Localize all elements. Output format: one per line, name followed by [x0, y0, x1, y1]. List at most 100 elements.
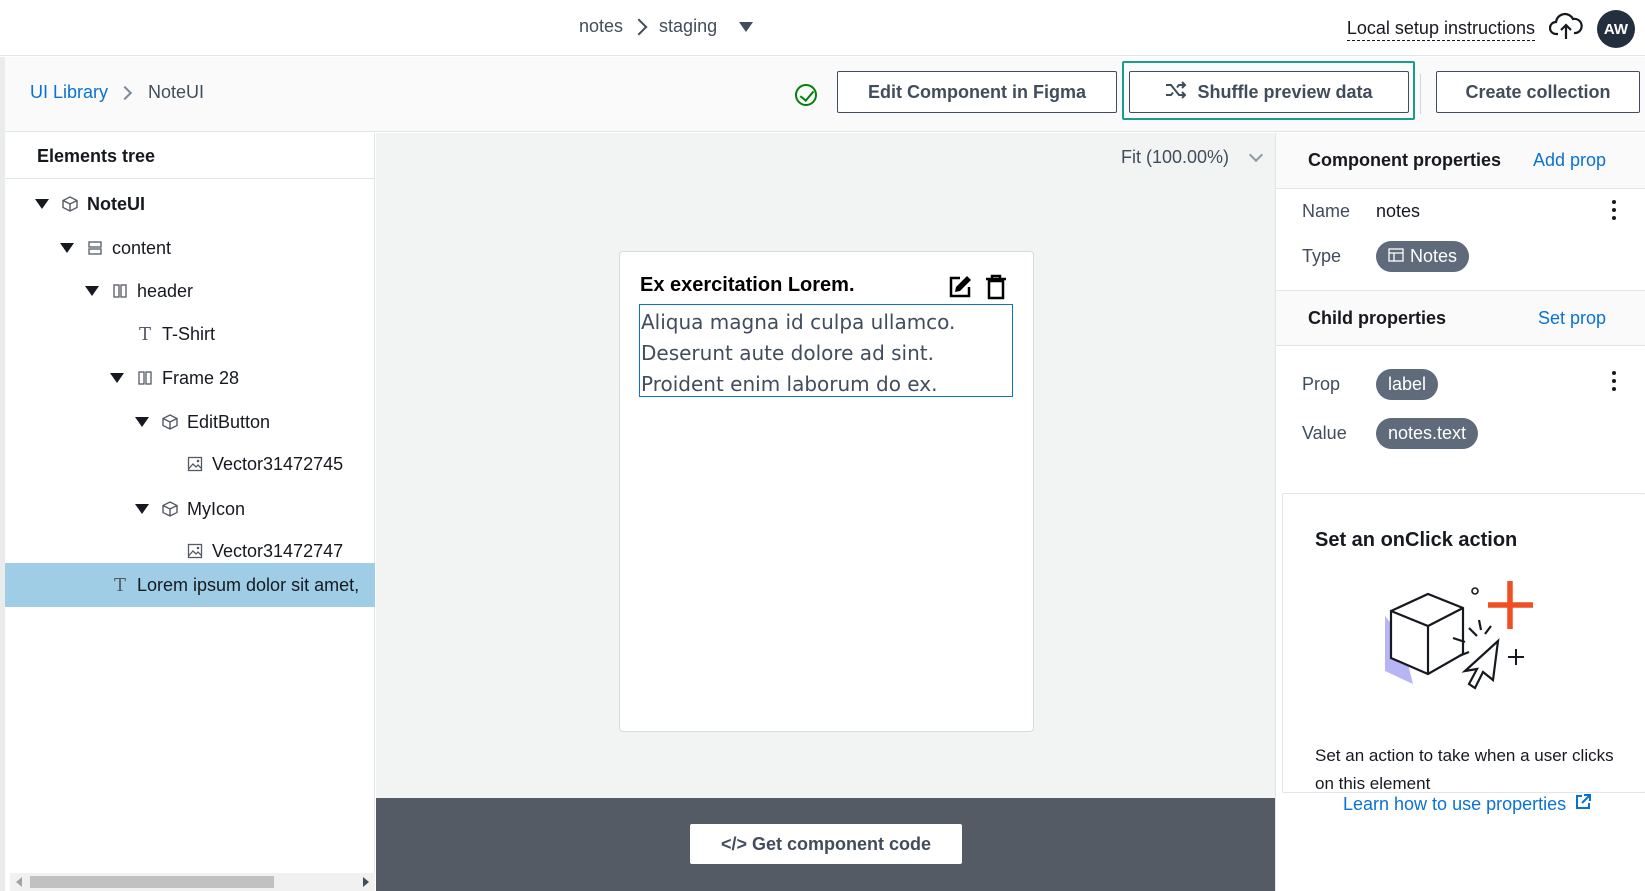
tree-item-lorem-selected[interactable]: T Lorem ipsum dolor sit amet, — [5, 563, 375, 607]
divider — [1420, 74, 1421, 114]
onclick-description: Set an action to take when a user clicks… — [1315, 746, 1614, 793]
tree-item-header[interactable]: header — [5, 269, 375, 313]
properties-panel: Component properties Add prop Name notes… — [1275, 133, 1645, 891]
add-prop-link[interactable]: Add prop — [1533, 150, 1606, 171]
code-bar: </> Get component code — [376, 798, 1275, 891]
tree-item-label: content — [112, 237, 172, 258]
component-properties-title: Component properties — [1308, 150, 1502, 170]
note-line: Proident enim laborum do ex. — [641, 372, 938, 396]
shuffle-preview-label: Shuffle preview data — [1197, 81, 1373, 102]
name-value: notes — [1376, 200, 1421, 221]
image-icon — [186, 455, 204, 473]
expand-triangle-icon[interactable] — [135, 417, 149, 427]
preview-canvas: Fit (100.00%) Ex exercitation Lorem. Ali… — [376, 133, 1275, 798]
table-icon — [1388, 246, 1404, 267]
chevron-down-icon — [1248, 147, 1264, 162]
tree-item-noteui[interactable]: NoteUI — [5, 182, 375, 226]
note-body-selected[interactable]: Aliqua magna id culpa ullamco. Deserunt … — [639, 304, 1013, 397]
cube-icon — [61, 195, 79, 213]
tree-item-label: Vector31472747 — [212, 540, 344, 561]
tree-item-label: EditButton — [187, 411, 271, 432]
top-bar: notes staging Local setup instructions A… — [0, 0, 1645, 56]
check-circle-icon — [795, 84, 817, 106]
expand-triangle-icon[interactable] — [135, 504, 149, 514]
tree-item-label: NoteUI — [87, 193, 145, 214]
component-toolbar: UI Library NoteUI Edit Component in Figm… — [5, 57, 1645, 132]
zoom-label: Fit (100.00%) — [1120, 147, 1229, 167]
horizontal-scrollbar[interactable] — [10, 873, 375, 891]
more-options-icon[interactable] — [1612, 371, 1616, 391]
cube-icon — [161, 500, 179, 518]
chevron-right-icon — [630, 18, 648, 35]
columns-icon — [136, 369, 154, 387]
learn-label: Learn how to use properties — [1343, 794, 1567, 814]
scroll-left-icon[interactable] — [16, 877, 22, 887]
scrollbar-thumb[interactable] — [30, 876, 274, 888]
local-setup-link[interactable]: Local setup instructions — [1346, 18, 1535, 41]
tree-item-editbutton[interactable]: EditButton — [5, 400, 375, 444]
cube-icon — [161, 413, 179, 431]
tree-item-vector31472745[interactable]: Vector31472745 — [5, 442, 375, 486]
learn-properties-link[interactable]: Learn how to use properties — [1343, 793, 1592, 816]
expand-triangle-icon[interactable] — [110, 373, 124, 383]
tree-item-myicon[interactable]: MyIcon — [5, 487, 375, 531]
note-line: Deserunt aute dolore ad sint. — [641, 341, 934, 365]
child-properties-header: Child properties Set prop — [1276, 290, 1645, 346]
cloud-upload-icon[interactable] — [1548, 12, 1583, 47]
onclick-action-card[interactable]: Set an onClick action Set an action to t… — [1282, 493, 1645, 793]
breadcrumb-ui-library[interactable]: UI Library — [30, 82, 108, 103]
prop-label: Prop — [1302, 373, 1341, 394]
prop-pill[interactable]: label — [1376, 368, 1439, 400]
child-properties-title: Child properties — [1308, 307, 1447, 328]
elements-tree-title: Elements tree — [5, 133, 374, 179]
env-name[interactable]: staging — [659, 16, 717, 37]
trash-icon[interactable] — [985, 274, 1007, 305]
avatar[interactable]: AW — [1597, 10, 1635, 48]
elements-tree-panel: Elements tree NoteUI content header T T-… — [5, 133, 375, 891]
tree-item-label: Vector31472745 — [212, 453, 344, 474]
image-icon — [186, 542, 204, 560]
type-label: Type — [1302, 245, 1342, 266]
expand-triangle-icon[interactable] — [60, 243, 74, 253]
expand-triangle-icon[interactable] — [85, 286, 99, 296]
chevron-right-icon — [117, 85, 133, 100]
tree-item-label: T-Shirt — [162, 323, 216, 344]
get-component-code-button[interactable]: </> Get component code — [690, 824, 962, 864]
external-link-icon — [1574, 793, 1592, 816]
create-collection-button[interactable]: Create collection — [1436, 71, 1640, 113]
prop-row: Prop label — [1276, 367, 1645, 401]
zoom-select[interactable]: Fit (100.00%) — [1120, 147, 1264, 168]
stack-icon — [86, 239, 104, 257]
component-properties-header: Component properties Add prop — [1276, 133, 1645, 189]
type-pill[interactable]: Notes — [1376, 240, 1470, 272]
scroll-right-icon[interactable] — [363, 877, 369, 887]
onclick-title: Set an onClick action — [1315, 529, 1518, 551]
set-prop-link[interactable]: Set prop — [1538, 308, 1606, 329]
more-options-icon[interactable] — [1612, 200, 1616, 220]
tree-item-tshirt[interactable]: T T-Shirt — [5, 312, 375, 356]
columns-icon — [111, 282, 129, 300]
note-card-preview: Ex exercitation Lorem. Aliqua magna id c… — [619, 251, 1034, 732]
caret-down-icon[interactable] — [739, 21, 754, 32]
tree-item-label: Lorem ipsum dolor sit amet, — [137, 574, 360, 595]
app-name[interactable]: notes — [579, 16, 623, 37]
tree-item-content[interactable]: content — [5, 226, 375, 270]
value-label: Value — [1302, 422, 1347, 443]
tree-item-frame28[interactable]: Frame 28 — [5, 356, 375, 400]
tree-item-label: Frame 28 — [162, 367, 240, 388]
shuffle-preview-button[interactable]: Shuffle preview data — [1129, 71, 1409, 113]
app-env-breadcrumb[interactable]: notes staging — [579, 16, 754, 37]
value-pill[interactable]: notes.text — [1376, 417, 1479, 449]
name-row: Name notes — [1276, 198, 1645, 224]
shuffle-icon — [1165, 80, 1187, 104]
value-row: Value notes.text — [1276, 416, 1645, 450]
edit-icon[interactable] — [947, 274, 973, 305]
cube-cursor-illustration-icon — [1373, 576, 1543, 711]
expand-triangle-icon[interactable] — [35, 199, 49, 209]
text-icon: T — [138, 323, 151, 345]
edit-in-figma-button[interactable]: Edit Component in Figma — [837, 71, 1117, 113]
